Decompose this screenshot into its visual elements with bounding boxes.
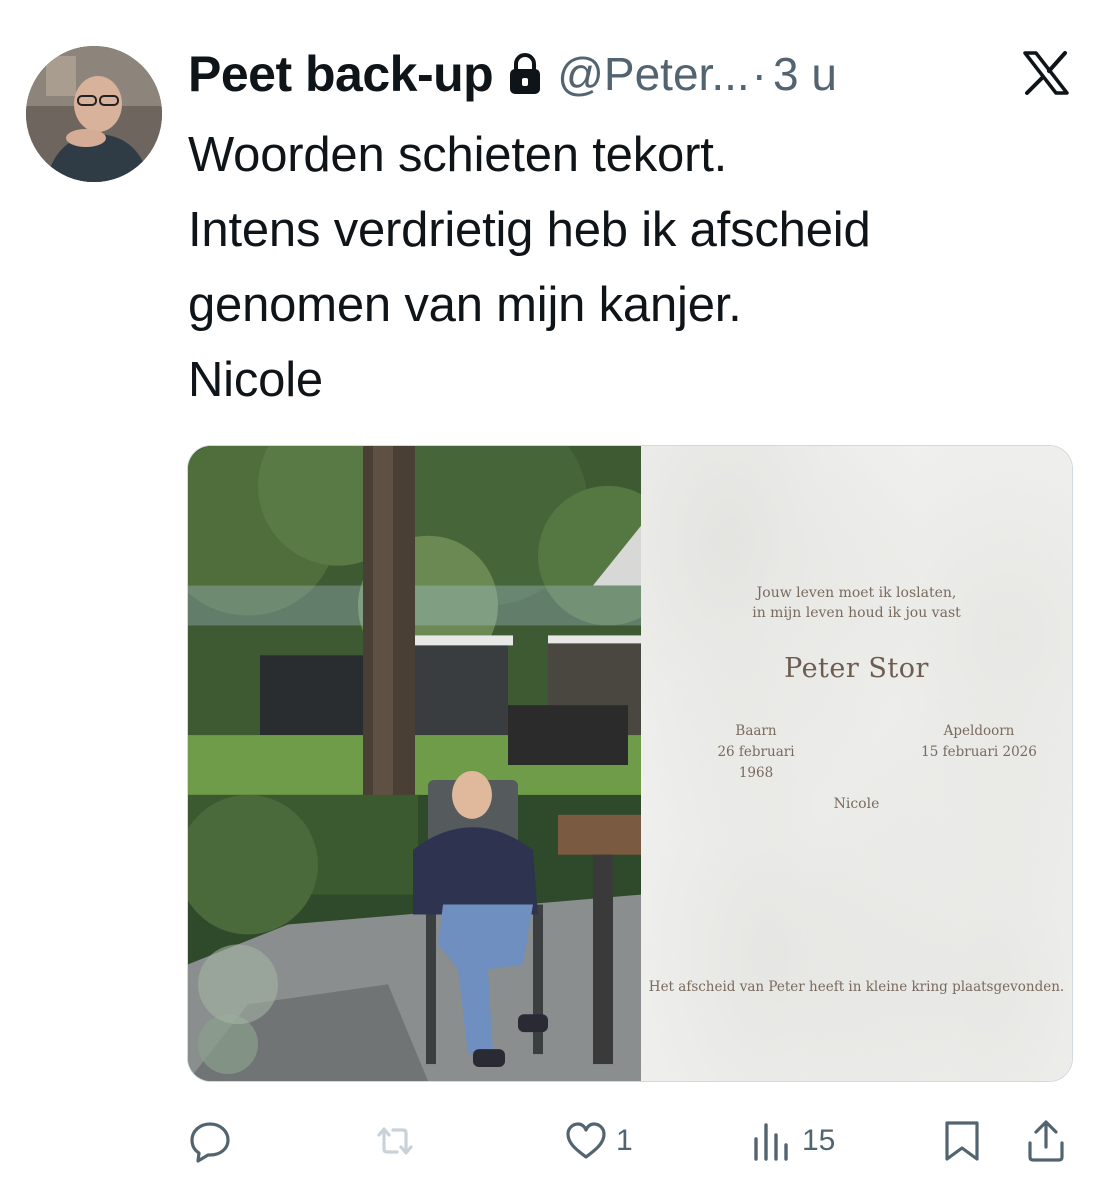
handle[interactable]: @Peter... [557, 47, 749, 101]
views-button[interactable]: 15 [750, 1112, 835, 1170]
photo-image [188, 446, 641, 1081]
bookmark-button[interactable] [940, 1112, 984, 1170]
avatar[interactable] [26, 46, 162, 182]
poem-line: in mijn leven houd ik jou vast [752, 605, 961, 621]
avatar-image [26, 46, 162, 182]
timestamp[interactable]: 3 u [773, 47, 837, 101]
death-date: 15 februari 2026 [921, 744, 1037, 760]
tweet-text-line: Intens verdrietig heb ik afscheid [188, 203, 871, 257]
display-name[interactable]: Peet back-up [188, 45, 494, 103]
tweet-text: Woorden schieten tekort. Intens verdriet… [188, 118, 1068, 418]
repost-icon [377, 1127, 413, 1155]
x-logo-icon [1023, 51, 1069, 95]
poem-line: Jouw leven moet ik loslaten, [756, 585, 957, 601]
share-icon [1028, 1120, 1064, 1162]
memorial-card[interactable]: Jouw leven moet ik loslaten, in mijn lev… [641, 446, 1072, 1081]
tweet-text-line: Woorden schieten tekort. [188, 128, 728, 182]
action-bar: 1 15 [188, 1112, 1072, 1170]
heart-icon [566, 1122, 606, 1159]
tweet-media[interactable]: Jouw leven moet ik loslaten, in mijn lev… [187, 445, 1073, 1082]
views-count: 15 [802, 1124, 836, 1157]
card-closing-text: Het afscheid van Peter heeft in kleine k… [648, 979, 1065, 995]
tweet-text-line: Nicole [188, 353, 323, 407]
like-button[interactable]: 1 [564, 1112, 633, 1170]
repost-button[interactable] [373, 1112, 425, 1170]
tweet-header: Peet back-up @Peter... · 3 u [188, 44, 1075, 104]
garden-photo[interactable] [188, 446, 641, 1081]
deceased-name: Peter Stor [784, 653, 929, 684]
birth-date: 26 februari 1968 [717, 744, 795, 781]
card-poem: Jouw leven moet ik loslaten, in mijn lev… [641, 583, 1072, 623]
bookmark-icon [945, 1121, 979, 1161]
death-info: Apeldoorn 15 februari 2026 [909, 721, 1049, 763]
lock-icon [510, 53, 541, 94]
views-icon [754, 1123, 788, 1161]
tweet-text-line: genomen van mijn kanjer. [188, 278, 742, 332]
death-place: Apeldoorn [943, 723, 1015, 739]
separator-dot: · [751, 48, 767, 100]
birth-place: Baarn [735, 723, 777, 739]
card-signer: Nicole [833, 796, 880, 812]
birth-info: Baarn 26 februari 1968 [701, 721, 811, 784]
reply-button[interactable] [188, 1112, 240, 1170]
like-count: 1 [616, 1124, 633, 1157]
share-button[interactable] [1024, 1112, 1068, 1170]
reply-icon [190, 1122, 230, 1163]
